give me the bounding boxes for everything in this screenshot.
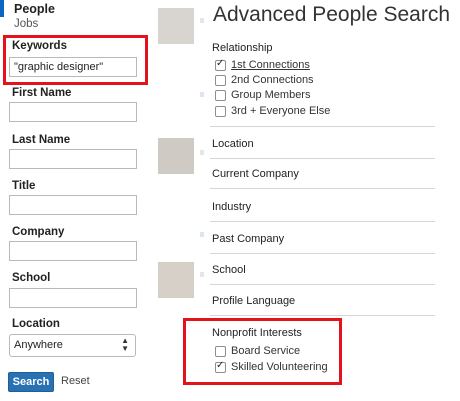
checkbox-1st-connections[interactable] xyxy=(215,58,226,71)
title-input[interactable] xyxy=(9,195,137,215)
reset-link[interactable]: Reset xyxy=(61,375,90,387)
facet-past-company[interactable]: Past Company xyxy=(212,233,284,245)
company-input[interactable] xyxy=(9,241,137,261)
keywords-highlight-box xyxy=(3,35,148,85)
nav-people[interactable]: People xyxy=(14,2,55,16)
last-name-label: Last Name xyxy=(12,134,71,146)
first-name-label: First Name xyxy=(12,87,72,99)
option-group-members[interactable]: Group Members xyxy=(231,89,310,101)
divider xyxy=(210,253,435,254)
checkbox-3rd-everyone[interactable] xyxy=(215,106,226,117)
facet-industry[interactable]: Industry xyxy=(212,201,251,213)
active-nav-indicator xyxy=(0,0,4,17)
divider xyxy=(210,158,435,159)
search-button[interactable]: Search xyxy=(8,372,54,392)
divider xyxy=(210,188,435,189)
avatar xyxy=(158,138,194,174)
divider xyxy=(210,315,435,316)
location-select-value: Anywhere xyxy=(14,339,63,351)
school-input[interactable] xyxy=(9,288,137,308)
checkbox-2nd-connections[interactable] xyxy=(215,75,226,86)
option-3rd-everyone[interactable]: 3rd + Everyone Else xyxy=(231,105,330,117)
divider xyxy=(210,284,435,285)
first-name-input[interactable] xyxy=(9,102,137,122)
avatar xyxy=(158,262,194,298)
facet-current-company[interactable]: Current Company xyxy=(212,168,299,180)
page-title: Advanced People Search xyxy=(213,3,450,26)
avatar xyxy=(158,8,194,44)
nav-jobs[interactable]: Jobs xyxy=(14,18,38,30)
location-select[interactable]: Anywhere ▲ ▼ xyxy=(9,334,136,357)
location-label: Location xyxy=(12,318,60,330)
divider xyxy=(210,221,435,222)
divider xyxy=(210,126,435,127)
updown-chevron-icon: ▲ ▼ xyxy=(121,336,129,353)
checkbox-group-members[interactable] xyxy=(215,90,226,101)
nonprofit-highlight-box xyxy=(183,318,342,385)
facet-location[interactable]: Location xyxy=(212,138,254,150)
relationship-label: Relationship xyxy=(212,42,273,54)
last-name-input[interactable] xyxy=(9,149,137,169)
title-label: Title xyxy=(12,180,36,192)
school-label: School xyxy=(12,272,51,284)
facet-school[interactable]: School xyxy=(212,264,246,276)
option-1st-connections[interactable]: 1st Connections xyxy=(231,59,310,71)
company-label: Company xyxy=(12,226,65,238)
facet-profile-language[interactable]: Profile Language xyxy=(212,295,295,307)
option-2nd-connections[interactable]: 2nd Connections xyxy=(231,74,314,86)
